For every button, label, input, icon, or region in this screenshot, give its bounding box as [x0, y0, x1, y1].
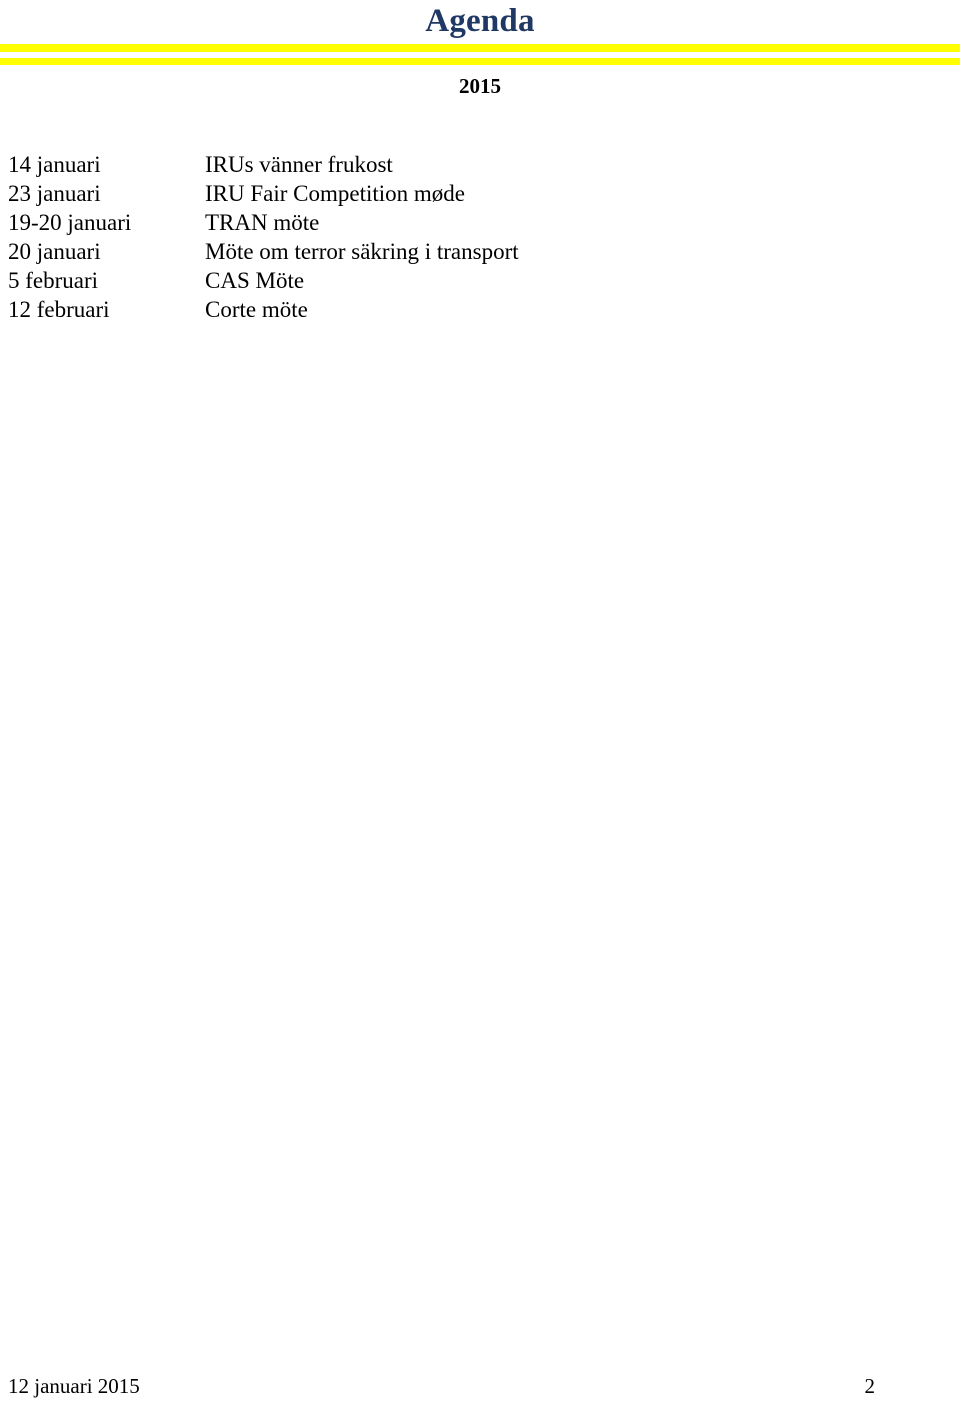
footer-page-number: 2 [864, 1374, 876, 1398]
header-rule-bottom [0, 58, 960, 65]
agenda-description: IRUs vänner frukost [205, 152, 393, 177]
header-rule-top [0, 44, 960, 52]
agenda-date: 20 januari [8, 239, 101, 264]
page-title: Agenda [425, 3, 535, 39]
footer-date: 12 januari 2015 [8, 1374, 140, 1398]
agenda-row: 5 februari CAS Möte [8, 266, 948, 295]
year-subtitle: 2015 [459, 74, 501, 98]
agenda-description: Corte möte [205, 297, 308, 322]
agenda-row: 14 januari IRUs vänner frukost [8, 150, 948, 179]
slide-page: Agenda 2015 14 januari IRUs vänner fruko… [0, 0, 960, 1407]
agenda-description: Möte om terror säkring i transport [205, 239, 519, 264]
page-footer: 12 januari 2015 2 [8, 1374, 875, 1399]
agenda-date: 19-20 januari [8, 210, 132, 235]
agenda-description: TRAN möte [205, 210, 320, 235]
agenda-row: 19-20 januari TRAN möte [8, 208, 948, 237]
agenda-description: IRU Fair Competition møde [205, 181, 466, 206]
agenda-row: 20 januari Möte om terror säkring i tran… [8, 237, 948, 266]
agenda-date: 12 februari [8, 297, 110, 322]
agenda-description: CAS Möte [205, 268, 305, 293]
agenda-date: 14 januari [8, 152, 101, 177]
agenda-list: 14 januari IRUs vänner frukost 23 januar… [8, 150, 948, 324]
agenda-date: 5 februari [8, 268, 99, 293]
agenda-row: 12 februari Corte möte [8, 295, 948, 324]
agenda-date: 23 januari [8, 181, 101, 206]
agenda-row: 23 januari IRU Fair Competition møde [8, 179, 948, 208]
